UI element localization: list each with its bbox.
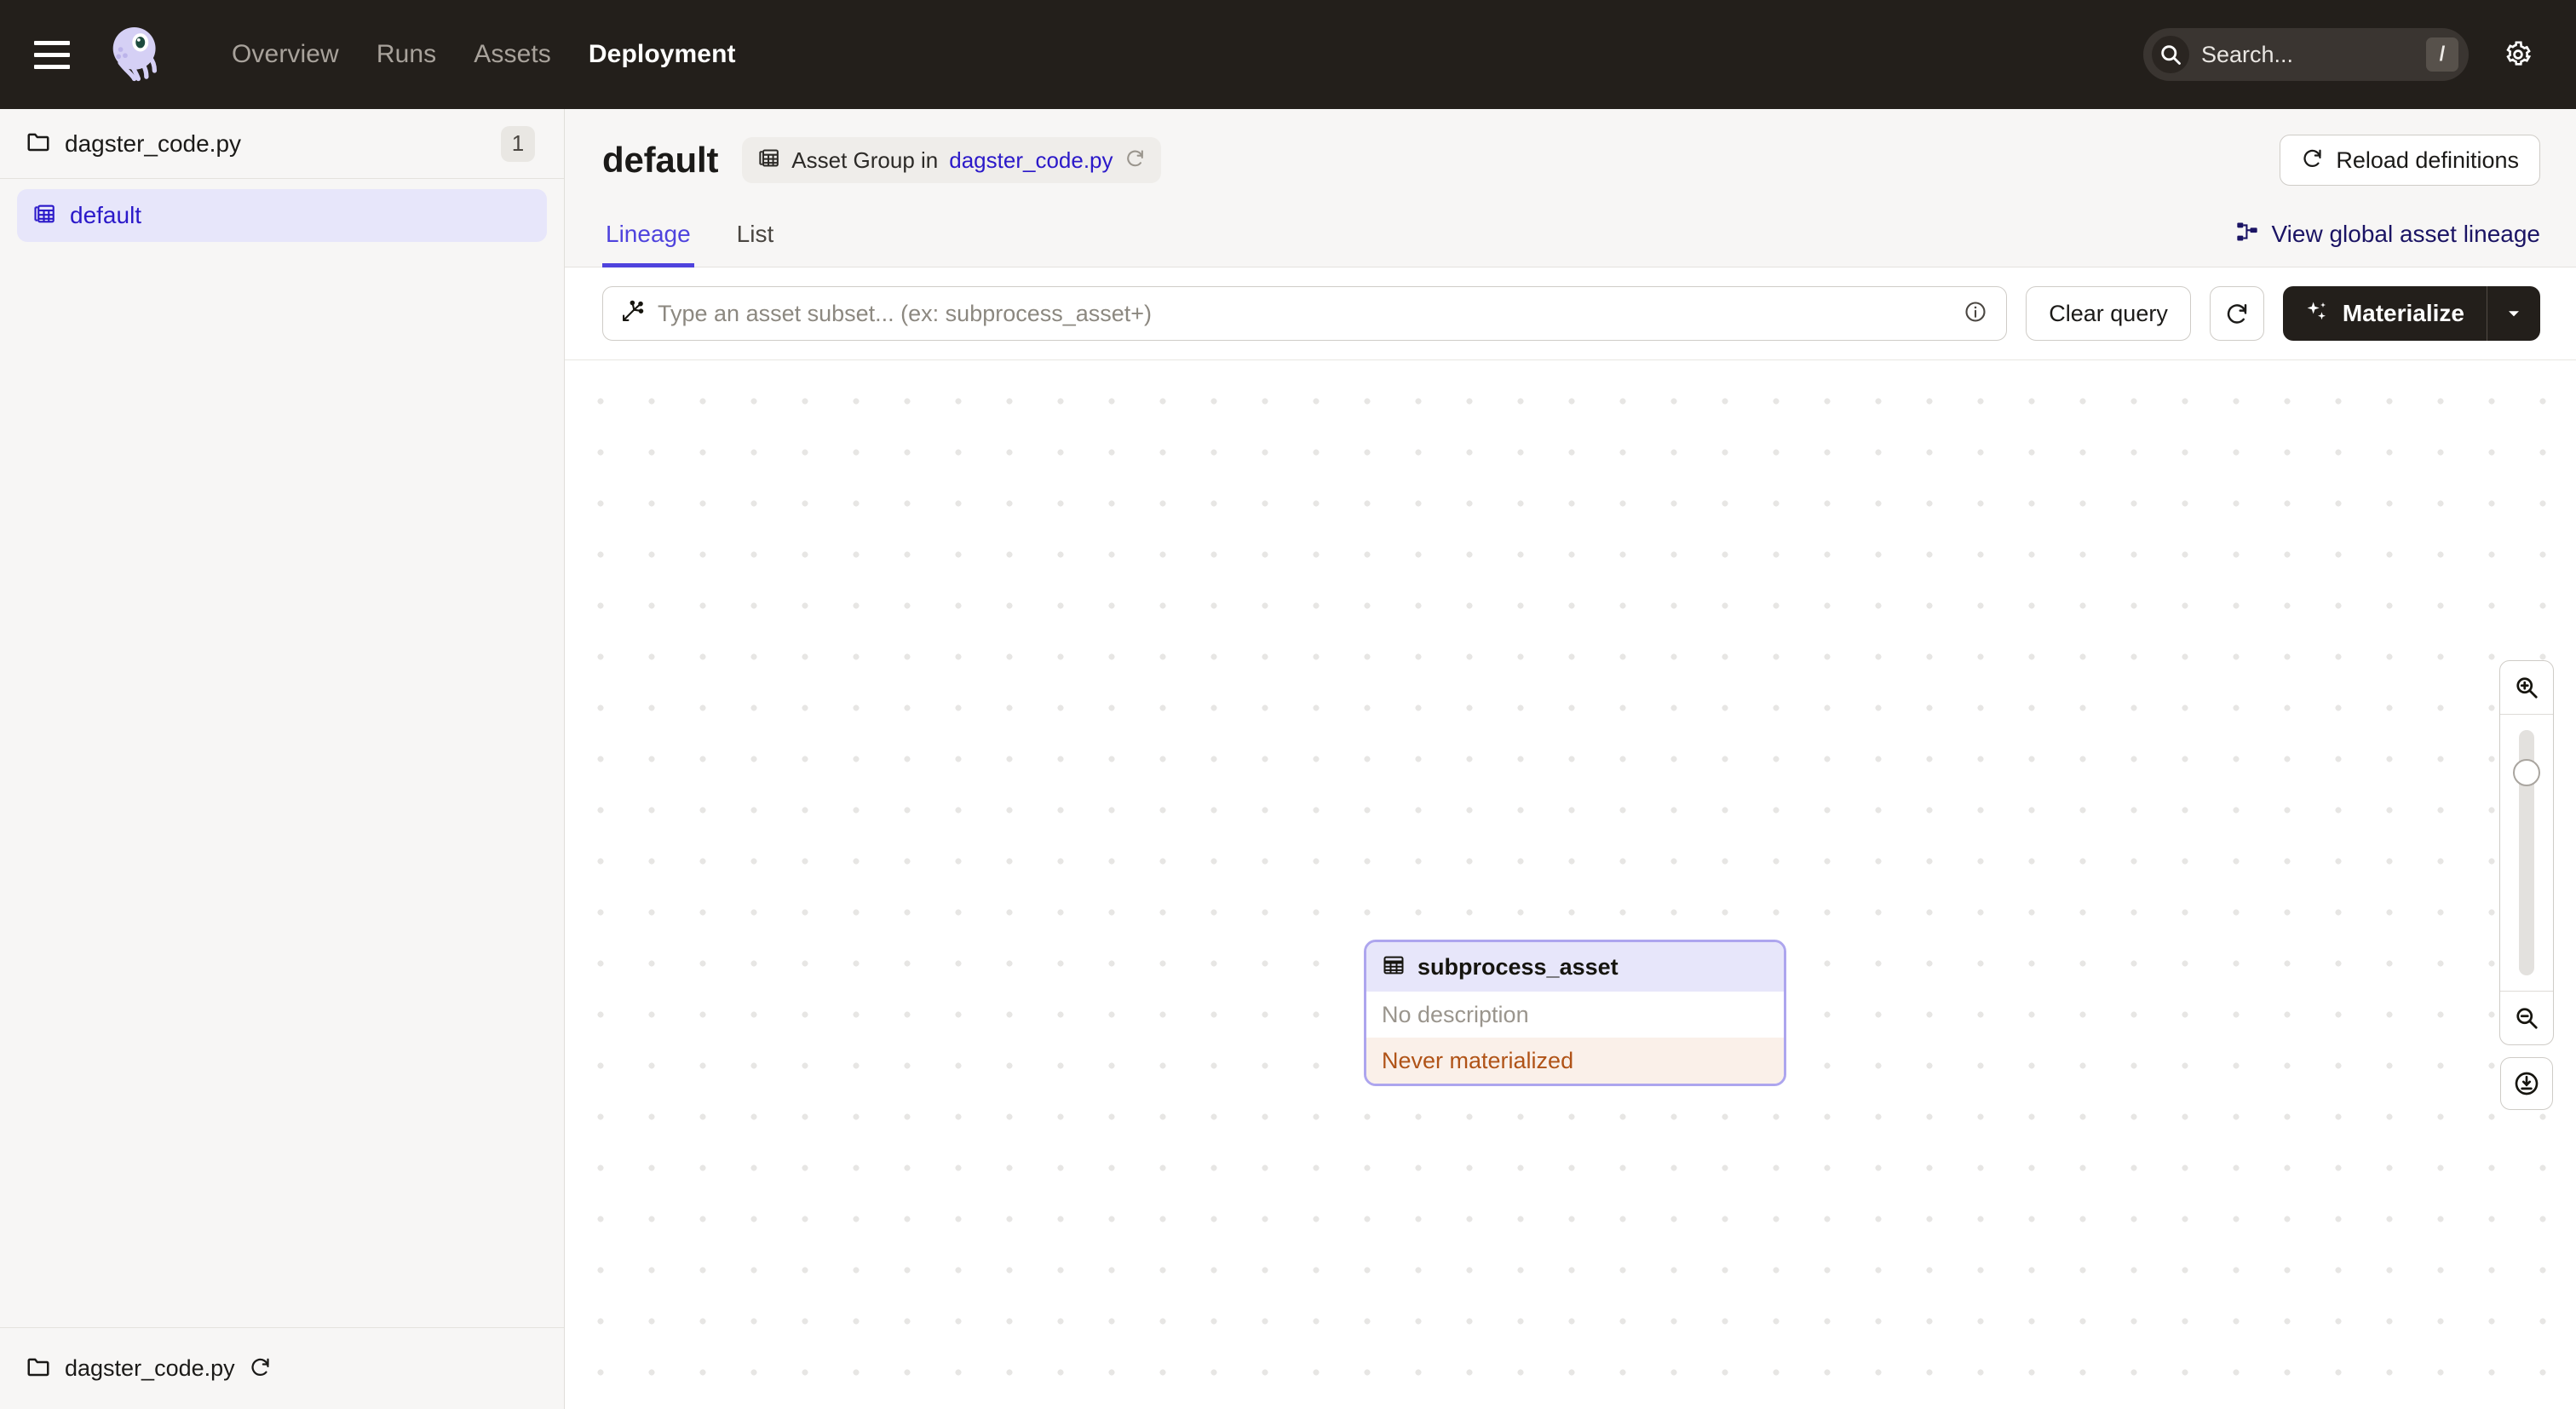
search-icon: [2152, 36, 2189, 73]
page-title-row: default Asset Group in dagster_code.py R…: [602, 133, 2540, 187]
hamburger-bar: [34, 40, 70, 45]
zoom-control-stack: [2499, 659, 2554, 1045]
page-title: default: [602, 140, 719, 180]
search-input[interactable]: Search... /: [2143, 28, 2469, 81]
folder-icon: [26, 129, 51, 158]
reload-icon[interactable]: [1124, 147, 1146, 173]
view-tabs: Lineage List: [602, 206, 816, 267]
app-root: Overview Runs Assets Deployment Search..…: [0, 0, 2576, 1409]
sidebar-repository-name: dagster_code.py: [65, 129, 242, 157]
asset-group-icon: [32, 202, 56, 230]
zoom-slider[interactable]: [2500, 715, 2553, 991]
hamburger-bar: [34, 52, 70, 57]
asset-group-icon: [757, 147, 780, 174]
reload-icon: [2301, 147, 2324, 174]
zoom-in-icon[interactable]: [2500, 661, 2553, 714]
view-global-asset-lineage-label: View global asset lineage: [2271, 220, 2540, 247]
asset-node-description-text: No description: [1382, 1001, 1529, 1027]
materialize-button[interactable]: Materialize: [2283, 286, 2487, 341]
nav-link-assets[interactable]: Assets: [455, 40, 570, 69]
asset-selection-placeholder: Type an asset subset... (ex: subprocess_…: [658, 300, 1153, 326]
materialize-button-group: Materialize: [2282, 286, 2540, 341]
reload-definitions-button[interactable]: Reload definitions: [2280, 135, 2540, 186]
nav-link-overview[interactable]: Overview: [213, 40, 358, 69]
main-content: default Asset Group in dagster_code.py R…: [565, 109, 2576, 1409]
asset-table-icon: [1382, 953, 1406, 981]
top-nav-right-controls: Search... /: [2143, 28, 2540, 81]
zoom-to-fit-icon[interactable]: [2500, 1056, 2553, 1110]
sidebar-footer: dagster_code.py: [0, 1327, 564, 1409]
asset-node-description: No description: [1366, 992, 1784, 1038]
asset-node-status: Never materialized: [1366, 1038, 1784, 1084]
asset-node-status-text: Never materialized: [1382, 1047, 1574, 1073]
asset-selection-input[interactable]: Type an asset subset... (ex: subprocess_…: [602, 286, 2008, 341]
asset-query-toolbar: Type an asset subset... (ex: subprocess_…: [565, 267, 2576, 360]
clear-query-label: Clear query: [2049, 300, 2168, 326]
zoom-controls: [2499, 659, 2554, 1110]
reload-definitions-label: Reload definitions: [2336, 147, 2519, 173]
nav-link-deployment[interactable]: Deployment: [570, 40, 755, 69]
materialize-label: Materialize: [2342, 300, 2464, 326]
primary-navigation: Overview Runs Assets Deployment: [213, 40, 755, 69]
top-navigation-bar: Overview Runs Assets Deployment Search..…: [0, 0, 2576, 109]
asset-node-header: subprocess_asset: [1366, 942, 1784, 992]
hamburger-bar: [34, 64, 70, 69]
asset-lineage-canvas[interactable]: subprocess_asset No description Never ma…: [565, 360, 2576, 1409]
page-body: dagster_code.py 1 default dagster_code.p…: [0, 109, 2576, 1409]
gear-icon[interactable]: [2496, 32, 2540, 77]
tab-list[interactable]: List: [733, 207, 778, 267]
tab-lineage[interactable]: Lineage: [602, 207, 694, 267]
asset-selection-icon: [620, 300, 644, 328]
info-circle-icon[interactable]: [1964, 300, 1987, 328]
hamburger-menu-icon[interactable]: [34, 36, 72, 73]
zoom-out-icon[interactable]: [2500, 992, 2553, 1044]
asset-node-subprocess-asset[interactable]: subprocess_asset No description Never ma…: [1364, 940, 1786, 1086]
nav-link-runs[interactable]: Runs: [358, 40, 455, 69]
tabs-row: Lineage List View global asset lineage: [602, 206, 2540, 267]
sidebar-repository-count: 1: [501, 125, 535, 162]
sidebar-item-default[interactable]: default: [17, 189, 547, 242]
sparkle-icon: [2303, 299, 2329, 329]
folder-icon: [26, 1354, 51, 1383]
page-header: default Asset Group in dagster_code.py R…: [565, 109, 2576, 267]
lineage-tree-icon: [2235, 220, 2259, 248]
sidebar-item-label: default: [70, 202, 142, 228]
view-global-asset-lineage-link[interactable]: View global asset lineage: [2235, 220, 2540, 267]
asset-group-code-location-link[interactable]: dagster_code.py: [949, 147, 1113, 174]
search-shortcut-badge: /: [2426, 37, 2458, 72]
sidebar-footer-name: dagster_code.py: [65, 1355, 235, 1381]
asset-group-label: Asset Group in: [791, 147, 939, 173]
asset-node-title: subprocess_asset: [1417, 953, 1619, 980]
sidebar-repository-row[interactable]: dagster_code.py 1: [0, 109, 564, 179]
zoom-slider-handle[interactable]: [2513, 758, 2540, 786]
refresh-icon[interactable]: [2209, 286, 2264, 341]
sidebar: dagster_code.py 1 default dagster_code.p…: [0, 109, 565, 1409]
chevron-down-icon[interactable]: [2487, 286, 2540, 341]
asset-group-breadcrumb: Asset Group in dagster_code.py: [742, 137, 1161, 183]
clear-query-button[interactable]: Clear query: [2026, 286, 2191, 341]
reload-icon[interactable]: [249, 1355, 272, 1383]
dagster-logo-icon[interactable]: [104, 22, 169, 87]
search-placeholder: Search...: [2201, 41, 2294, 67]
sidebar-group-list: default: [0, 179, 564, 1327]
